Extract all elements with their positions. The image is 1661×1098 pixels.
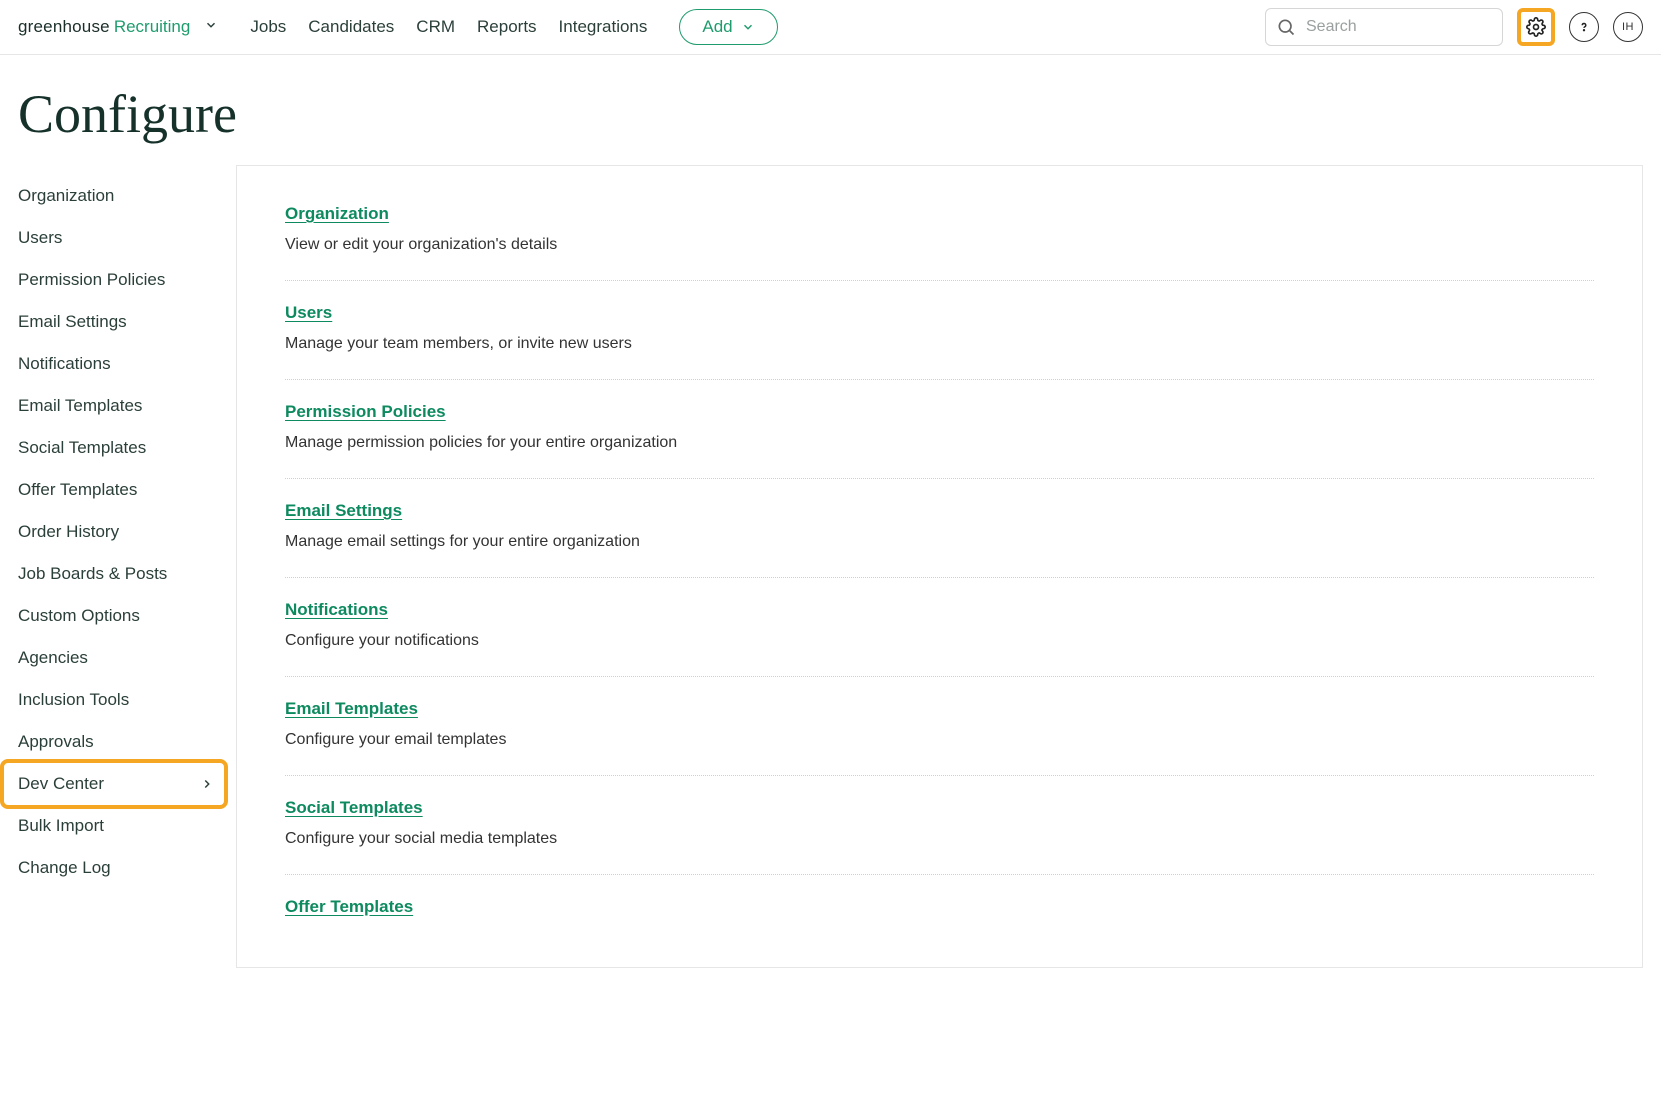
section-link[interactable]: Notifications xyxy=(285,600,388,620)
gear-icon[interactable] xyxy=(1523,14,1549,40)
sidebar-item-job-boards-posts[interactable]: Job Boards & Posts xyxy=(18,553,218,595)
sidebar-item-label: Email Templates xyxy=(18,396,142,416)
sidebar-item-approvals[interactable]: Approvals xyxy=(18,721,218,763)
brand-switcher[interactable]: greenhouse Recruiting xyxy=(18,17,218,37)
section-link[interactable]: Email Settings xyxy=(285,501,402,521)
section-description: Manage permission policies for your enti… xyxy=(285,434,1594,452)
layout: Organization Users Permission Policies Emai… xyxy=(0,165,1661,1008)
add-button-label: Add xyxy=(702,17,732,37)
section-link[interactable]: Social Templates xyxy=(285,798,423,818)
sidebar-item-label: Bulk Import xyxy=(18,816,104,836)
sidebar-item-agencies[interactable]: Agencies xyxy=(18,637,218,679)
brand-part1: greenhouse xyxy=(18,17,110,37)
sidebar-item-order-history[interactable]: Order History xyxy=(18,511,218,553)
settings-highlight xyxy=(1517,8,1555,46)
section-organization: Organization View or edit your organizati… xyxy=(285,204,1594,281)
chevron-down-icon xyxy=(741,20,755,34)
sidebar-item-label: Email Settings xyxy=(18,312,127,332)
sidebar-item-permission-policies[interactable]: Permission Policies xyxy=(18,259,218,301)
sidebar-item-label: Change Log xyxy=(18,858,111,878)
brand-part2: Recruiting xyxy=(114,17,191,37)
avatar-initials: IH xyxy=(1622,21,1634,33)
section-description: Manage your team members, or invite new … xyxy=(285,335,1594,353)
sidebar-item-label: Inclusion Tools xyxy=(18,690,129,710)
section-link[interactable]: Organization xyxy=(285,204,389,224)
page-title: Configure xyxy=(0,55,1661,165)
search-icon xyxy=(1276,17,1296,37)
sidebar-item-offer-templates[interactable]: Offer Templates xyxy=(18,469,218,511)
sidebar-item-social-templates[interactable]: Social Templates xyxy=(18,427,218,469)
help-icon[interactable] xyxy=(1569,12,1599,42)
sidebar-item-inclusion-tools[interactable]: Inclusion Tools xyxy=(18,679,218,721)
nav-crm[interactable]: CRM xyxy=(416,17,455,37)
section-social-templates: Social Templates Configure your social me… xyxy=(285,776,1594,875)
sidebar-item-label: Social Templates xyxy=(18,438,146,458)
section-description: Manage email settings for your entire or… xyxy=(285,533,1594,551)
sidebar-item-email-settings[interactable]: Email Settings xyxy=(18,301,218,343)
avatar[interactable]: IH xyxy=(1613,12,1643,42)
sidebar-item-notifications[interactable]: Notifications xyxy=(18,343,218,385)
nav-jobs[interactable]: Jobs xyxy=(250,17,286,37)
sidebar-item-label: Organization xyxy=(18,186,114,206)
sidebar-item-users[interactable]: Users xyxy=(18,217,218,259)
section-permission-policies: Permission Policies Manage permission pol… xyxy=(285,380,1594,479)
sidebar-item-change-log[interactable]: Change Log xyxy=(18,847,218,889)
sidebar-item-organization[interactable]: Organization xyxy=(18,175,218,217)
sidebar-item-label: Custom Options xyxy=(18,606,140,626)
nav-integrations[interactable]: Integrations xyxy=(559,17,648,37)
section-link[interactable]: Users xyxy=(285,303,332,323)
section-description: Configure your social media templates xyxy=(285,830,1594,848)
section-description: Configure your notifications xyxy=(285,632,1594,650)
section-notifications: Notifications Configure your notification… xyxy=(285,578,1594,677)
chevron-down-icon xyxy=(204,18,218,32)
main-nav: Jobs Candidates CRM Reports Integrations xyxy=(250,17,647,37)
section-description: Configure your email templates xyxy=(285,731,1594,749)
content: Organization View or edit your organizati… xyxy=(236,165,1643,968)
sidebar-item-label: Order History xyxy=(18,522,119,542)
search-input-wrap[interactable] xyxy=(1265,8,1503,46)
search-input[interactable] xyxy=(1306,18,1492,36)
sidebar-item-label: Users xyxy=(18,228,62,248)
sidebar-item-label: Job Boards & Posts xyxy=(18,564,167,584)
sidebar-item-label: Dev Center xyxy=(18,774,104,794)
sidebar-item-label: Permission Policies xyxy=(18,270,165,290)
sidebar-item-label: Notifications xyxy=(18,354,111,374)
nav-reports[interactable]: Reports xyxy=(477,17,537,37)
section-users: Users Manage your team members, or invite… xyxy=(285,281,1594,380)
sidebar-item-label: Agencies xyxy=(18,648,88,668)
chevron-right-icon xyxy=(200,777,214,791)
sidebar-item-email-templates[interactable]: Email Templates xyxy=(18,385,218,427)
sidebar-item-custom-options[interactable]: Custom Options xyxy=(18,595,218,637)
sidebar-item-bulk-import[interactable]: Bulk Import xyxy=(18,805,218,847)
section-email-templates: Email Templates Configure your email temp… xyxy=(285,677,1594,776)
section-email-settings: Email Settings Manage email settings for … xyxy=(285,479,1594,578)
section-offer-templates: Offer Templates xyxy=(285,875,1594,929)
topbar: greenhouse Recruiting Jobs Candidates CR… xyxy=(0,0,1661,55)
sidebar-item-label: Offer Templates xyxy=(18,480,137,500)
sidebar-item-dev-center[interactable]: Dev Center xyxy=(4,763,224,805)
section-link[interactable]: Email Templates xyxy=(285,699,418,719)
section-description: View or edit your organization's details xyxy=(285,236,1594,254)
sidebar: Organization Users Permission Policies Emai… xyxy=(18,165,218,968)
sidebar-item-label: Approvals xyxy=(18,732,94,752)
nav-candidates[interactable]: Candidates xyxy=(308,17,394,37)
section-link[interactable]: Offer Templates xyxy=(285,897,413,917)
add-button[interactable]: Add xyxy=(679,9,777,45)
section-link[interactable]: Permission Policies xyxy=(285,402,446,422)
